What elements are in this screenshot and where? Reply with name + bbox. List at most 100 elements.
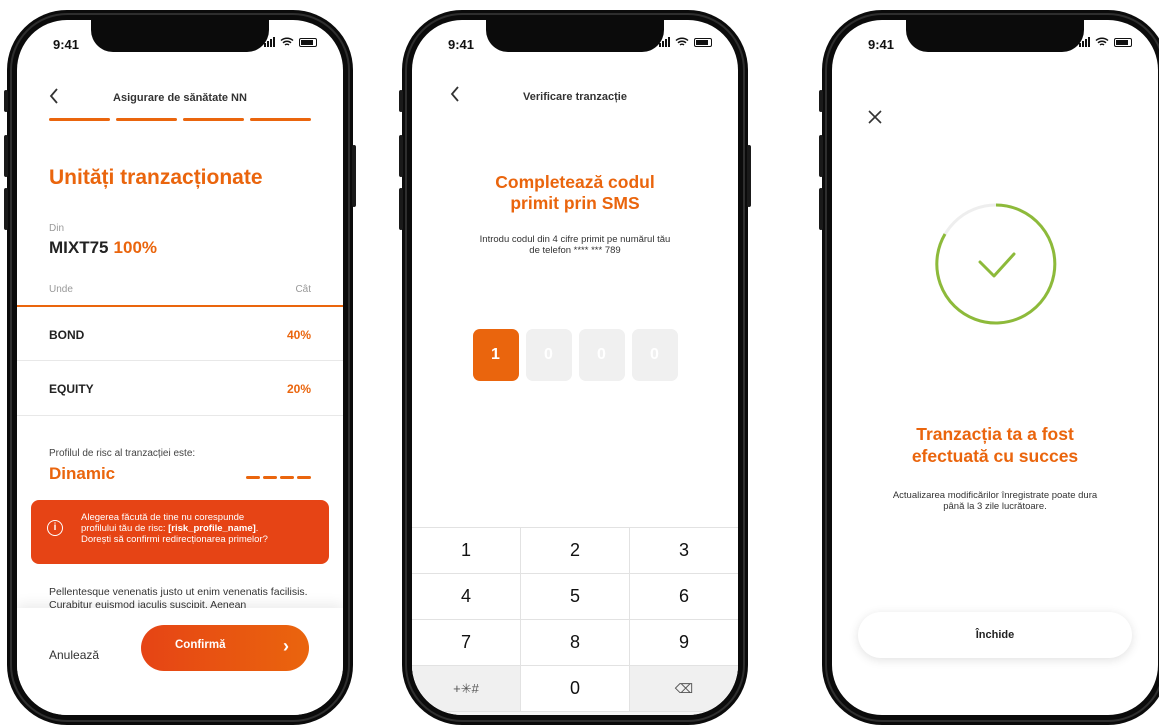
alert-text: profilului tău de risc: xyxy=(81,523,169,534)
otp-digit-box[interactable]: 0 xyxy=(578,329,625,381)
status-icons xyxy=(264,37,317,47)
phone-side-button xyxy=(819,188,823,230)
phone-frame-sms-verification: 9:41 Verificare tranzacție Completează c… xyxy=(399,10,751,725)
phone-frame-transaction-units: 9:41 Asigurare de sănătate NN Unități tr… xyxy=(4,10,356,725)
battery-icon xyxy=(694,37,712,47)
chevron-right-icon: › xyxy=(283,636,289,656)
progress-step xyxy=(250,118,311,121)
phone-side-button xyxy=(4,90,8,112)
confirm-button[interactable]: Confirmă › xyxy=(141,625,309,671)
keypad-key-symbols[interactable]: +✳# xyxy=(412,666,521,711)
battery-icon xyxy=(1114,37,1132,47)
keypad-row: 1 2 3 xyxy=(412,528,738,574)
allocation-row: BOND 40% xyxy=(49,328,311,342)
confirm-label: Confirmă xyxy=(175,639,226,651)
keypad-row: +✳# 0 ⌫ xyxy=(412,666,738,712)
title-line: efectuată cu succes xyxy=(911,446,1079,466)
alert-text: . xyxy=(255,523,259,534)
phone-side-button xyxy=(4,135,8,177)
alert-line: Alegerea făcută de tine nu corespunde xyxy=(81,512,245,523)
risk-profile-value: Dinamic xyxy=(49,464,116,483)
status-time: 9:41 xyxy=(53,37,80,52)
page-subtitle: Introdu codul din 4 cifre primit pe numă… xyxy=(452,234,698,256)
keypad-key-2[interactable]: 2 xyxy=(521,528,630,573)
risk-profile-placeholder: [risk_profile_name] xyxy=(168,523,256,534)
keypad-key-3[interactable]: 3 xyxy=(630,528,738,573)
subtitle-line: Introdu codul din 4 cifre primit pe numă… xyxy=(479,234,671,245)
success-title: Tranzacția ta a fost efectuată cu succes xyxy=(832,423,1158,467)
backspace-icon[interactable]: ⌫ xyxy=(630,666,738,711)
from-label: Din xyxy=(49,223,65,234)
close-button[interactable]: Închide xyxy=(858,612,1132,658)
page-title: Unități tranzacționate xyxy=(49,166,263,189)
wifi-icon xyxy=(675,37,689,46)
phone-side-button xyxy=(399,90,403,112)
screen-transaction-units: 9:41 Asigurare de sănătate NN Unități tr… xyxy=(17,20,343,715)
from-fund-percent: 100% xyxy=(113,238,158,257)
phone-side-button xyxy=(399,135,403,177)
keypad-row: 7 8 9 xyxy=(412,620,738,666)
screen-sms-verification: 9:41 Verificare tranzacție Completează c… xyxy=(412,20,738,715)
allocation-row: EQUITY 20% xyxy=(49,382,311,396)
divider xyxy=(17,360,343,361)
title-line: primit prin SMS xyxy=(510,193,640,213)
phone-side-button xyxy=(819,135,823,177)
success-subtitle: Actualizarea modificărilor înregistrate … xyxy=(860,490,1130,512)
status-icons xyxy=(1079,37,1132,47)
battery-icon xyxy=(299,37,317,47)
fund-name: BOND xyxy=(49,328,85,342)
column-where: Unde xyxy=(49,284,73,295)
keypad-key-1[interactable]: 1 xyxy=(412,528,521,573)
from-fund-name: MIXT75 xyxy=(49,238,109,257)
progress-step xyxy=(183,118,244,121)
otp-digit-box[interactable]: 1 xyxy=(472,329,519,381)
keypad-key-9[interactable]: 9 xyxy=(630,620,738,665)
risk-profile-label: Profilul de risc al tranzacției este: xyxy=(49,448,196,459)
fund-name: EQUITY xyxy=(49,382,94,396)
notch xyxy=(91,20,269,52)
title-line: Tranzacția ta a fost xyxy=(916,424,1074,444)
keypad-key-7[interactable]: 7 xyxy=(412,620,521,665)
page-title: Completează codul primit prin SMS xyxy=(412,172,738,214)
success-check-icon xyxy=(935,203,1057,325)
column-how-much: Cât xyxy=(295,284,311,295)
header-title: Verificare tranzacție xyxy=(523,91,627,103)
allocation-header: Unde Cât xyxy=(49,284,311,295)
progress-step xyxy=(49,118,110,121)
keypad-key-5[interactable]: 5 xyxy=(521,574,630,619)
fund-percent: 20% xyxy=(286,382,311,396)
phone-side-button xyxy=(352,145,356,207)
alert-line: Dorești să confirmi redirecționarea prim… xyxy=(81,534,268,545)
otp-input: 1 0 0 0 xyxy=(412,329,738,381)
title-line: Completează codul xyxy=(495,172,655,192)
header-title: Asigurare de sănătate NN xyxy=(113,92,247,104)
keypad-row: 4 5 6 xyxy=(412,574,738,620)
phone-frame-success: 9:41 Tranzacția ta a fost efectuată cu s… xyxy=(819,10,1159,725)
subtitle-line: Actualizarea modificărilor înregistrate … xyxy=(892,490,1098,501)
phone-side-button xyxy=(747,145,751,207)
body-text: Pellentesque venenatis justo ut enim ven… xyxy=(49,586,308,610)
action-bar: Anulează Confirmă › xyxy=(17,608,343,715)
close-icon[interactable] xyxy=(868,110,882,124)
progress-steps xyxy=(49,118,311,121)
status-time: 9:41 xyxy=(868,37,895,52)
cancel-button[interactable]: Anulează xyxy=(49,648,99,662)
wifi-icon xyxy=(1095,37,1109,46)
otp-digit-box[interactable]: 0 xyxy=(631,329,678,381)
notch xyxy=(486,20,664,52)
risk-level-indicator xyxy=(246,476,311,479)
fund-percent: 40% xyxy=(286,328,311,342)
phone-side-button xyxy=(819,90,823,112)
wifi-icon xyxy=(280,37,294,46)
screen-success: 9:41 Tranzacția ta a fost efectuată cu s… xyxy=(832,20,1158,715)
keypad-key-4[interactable]: 4 xyxy=(412,574,521,619)
keypad-key-0[interactable]: 0 xyxy=(521,666,630,711)
keypad-key-8[interactable]: 8 xyxy=(521,620,630,665)
phone-side-button xyxy=(399,188,403,230)
keypad-key-6[interactable]: 6 xyxy=(630,574,738,619)
otp-digit-box[interactable]: 0 xyxy=(525,329,572,381)
numeric-keypad: 1 2 3 4 5 6 7 8 9 +✳# 0 ⌫ xyxy=(412,527,738,715)
info-icon: i xyxy=(47,520,63,536)
phone-side-button xyxy=(4,188,8,230)
notch xyxy=(906,20,1084,52)
